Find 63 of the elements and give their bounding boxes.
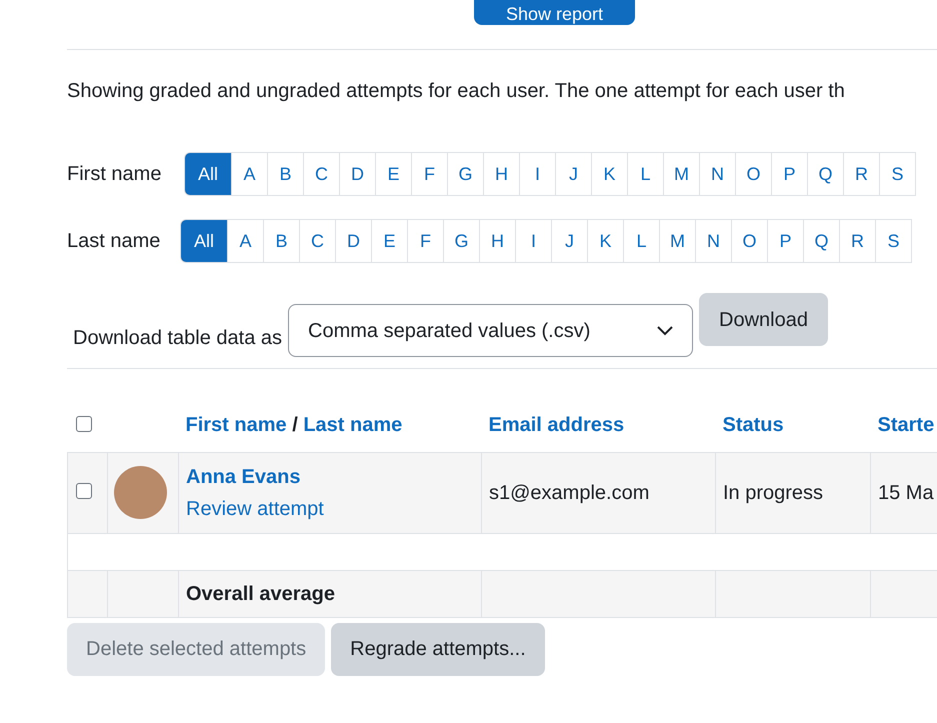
format-select[interactable]: Comma separated values (.csv)	[288, 304, 694, 357]
table-cell: 15 Ma	[878, 482, 934, 504]
initial-link[interactable]: R	[839, 219, 876, 263]
initial-link[interactable]: K	[587, 219, 624, 263]
initial-link[interactable]: S	[875, 219, 912, 263]
table-cell: In progress	[723, 482, 824, 504]
initial-link[interactable]: J	[551, 219, 588, 263]
initial-link[interactable]: All	[180, 219, 228, 263]
initial-link[interactable]: R	[843, 152, 880, 196]
initial-link[interactable]: M	[659, 219, 696, 263]
initial-link[interactable]: O	[731, 219, 768, 263]
initial-link[interactable]: L	[623, 219, 660, 263]
initial-link[interactable]: S	[879, 152, 916, 196]
initial-link[interactable]: L	[627, 152, 664, 196]
initial-link[interactable]: I	[519, 152, 556, 196]
initial-link[interactable]: F	[407, 219, 444, 263]
table-cell: s1@example.com	[489, 482, 650, 504]
initial-link[interactable]: H	[483, 152, 520, 196]
download-button[interactable]: Download	[699, 293, 828, 346]
initial-link[interactable]: E	[375, 152, 412, 196]
initial-link[interactable]: D	[339, 152, 376, 196]
initial-link[interactable]: N	[695, 219, 732, 263]
checkbox[interactable]	[76, 416, 92, 432]
action-button[interactable]: Regrade attempts...	[331, 622, 545, 676]
initial-link[interactable]: O	[735, 152, 772, 196]
column-header-link[interactable]: Email address	[488, 414, 624, 436]
sort-link[interactable]: First name	[186, 414, 287, 436]
sort-link[interactable]: Last name	[303, 414, 402, 436]
initial-link[interactable]: P	[767, 219, 804, 263]
initial-link[interactable]: G	[447, 152, 484, 196]
initial-link[interactable]: F	[411, 152, 448, 196]
download-label: Download table data as	[73, 326, 282, 351]
initial-link[interactable]: N	[699, 152, 736, 196]
initial-link[interactable]: C	[299, 219, 336, 263]
initials-bar-label: First name	[67, 162, 162, 187]
initial-link[interactable]: A	[227, 219, 264, 263]
initial-link[interactable]: E	[371, 219, 408, 263]
column-header-link[interactable]: Status	[722, 414, 784, 436]
initial-link[interactable]: All	[184, 152, 232, 196]
description-text: Showing graded and ungraded attempts for each user. The one attempt for each user th	[67, 79, 846, 104]
initial-link[interactable]: M	[663, 152, 700, 196]
initial-link[interactable]: K	[591, 152, 628, 196]
review-attempt-link[interactable]: Review attempt	[186, 492, 324, 524]
initial-link[interactable]: C	[303, 152, 340, 196]
initial-link[interactable]: Q	[807, 152, 844, 196]
chevron-down-icon	[657, 326, 674, 336]
user-name-link[interactable]: Anna Evans	[186, 460, 300, 492]
initial-link[interactable]: A	[231, 152, 268, 196]
initial-link[interactable]: G	[443, 219, 480, 263]
initial-link[interactable]: I	[515, 219, 552, 263]
initial-link[interactable]: B	[267, 152, 304, 196]
initial-link[interactable]: D	[335, 219, 372, 263]
overall-average-label: Overall average	[186, 582, 335, 604]
initials-bar-label: Last name	[67, 229, 162, 254]
show-report-button[interactable]: Show report	[474, 0, 635, 25]
checkbox[interactable]	[76, 482, 92, 498]
initial-link[interactable]: B	[263, 219, 300, 263]
initial-link[interactable]: Q	[803, 219, 840, 263]
initial-link[interactable]: J	[555, 152, 592, 196]
initial-link[interactable]: H	[479, 219, 516, 263]
initial-link[interactable]: P	[771, 152, 808, 196]
separator-text: /	[291, 414, 299, 436]
column-header-link[interactable]: Starte	[878, 414, 934, 436]
